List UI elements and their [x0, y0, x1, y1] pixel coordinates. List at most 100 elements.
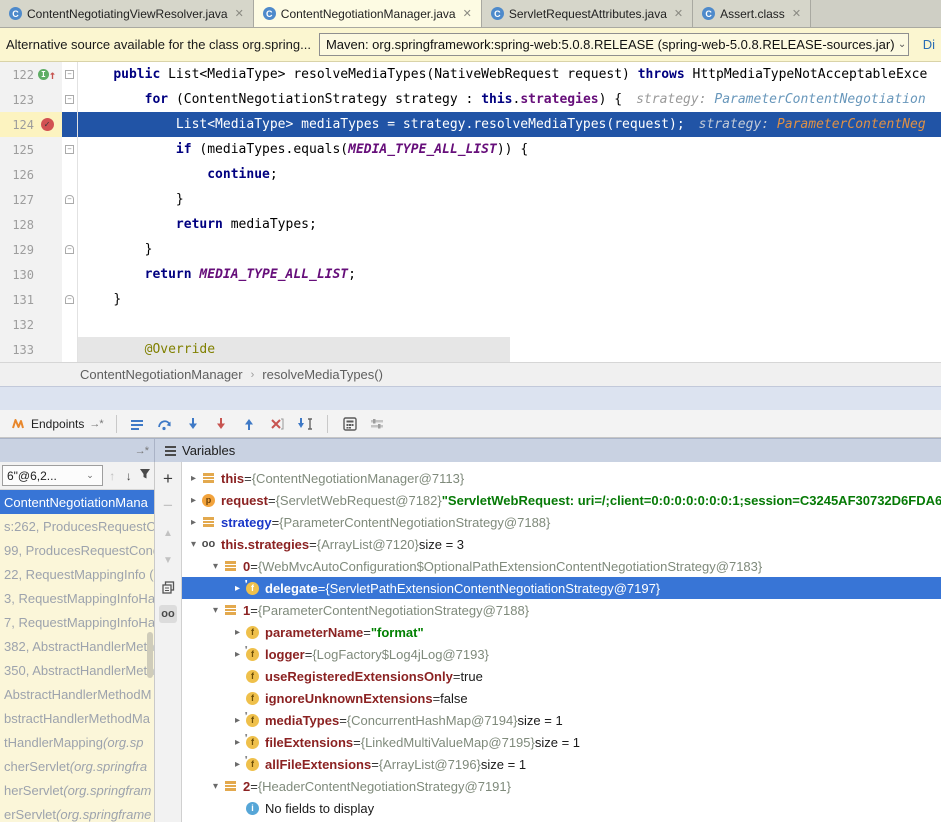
- code-text[interactable]: return MEDIA_TYPE_ALL_LIST;: [78, 262, 941, 287]
- frame-row[interactable]: 3, RequestMappingInfoHa: [0, 586, 154, 610]
- disable-link[interactable]: Di: [923, 37, 935, 52]
- editor-gutter[interactable]: 122I↑: [0, 62, 62, 87]
- code-line[interactable]: 132: [0, 312, 941, 337]
- editor-gutter[interactable]: 131: [0, 287, 62, 312]
- code-line[interactable]: 122I↑− public List<MediaType> resolveMed…: [0, 62, 941, 87]
- breadcrumb-method[interactable]: resolveMediaTypes(): [262, 367, 383, 382]
- code-line[interactable]: 127− }: [0, 187, 941, 212]
- show-watches-icon[interactable]: oo: [159, 605, 177, 623]
- frame-row[interactable]: bstractHandlerMethodMa: [0, 706, 154, 730]
- code-text[interactable]: @Override: [78, 337, 941, 362]
- editor-gutter[interactable]: 133: [0, 337, 62, 362]
- variable-row[interactable]: fignoreUnknownExtensions = false: [182, 687, 941, 709]
- code-editor[interactable]: 122I↑− public List<MediaType> resolveMed…: [0, 62, 941, 362]
- frame-row[interactable]: cherServlet (org.springfra: [0, 754, 154, 778]
- editor-gutter[interactable]: 125: [0, 137, 62, 162]
- step-into-icon[interactable]: [182, 413, 204, 435]
- frame-row[interactable]: ContentNegotiationMana: [0, 490, 154, 514]
- code-text[interactable]: return mediaTypes;: [78, 212, 941, 237]
- code-line[interactable]: 126 continue;: [0, 162, 941, 187]
- frame-row[interactable]: 382, AbstractHandlerMeth: [0, 634, 154, 658]
- fold-marker-icon[interactable]: −: [65, 245, 74, 254]
- code-text[interactable]: if (mediaTypes.equals(MEDIA_TYPE_ALL_LIS…: [78, 137, 941, 162]
- chevron-right-icon[interactable]: ▸: [230, 649, 245, 660]
- chevron-right-icon[interactable]: ▸: [230, 737, 245, 748]
- chevron-down-icon[interactable]: ▾: [186, 539, 201, 550]
- variable-row[interactable]: ▸this = {ContentNegotiationManager@7113}: [182, 467, 941, 489]
- variable-row[interactable]: ▾0 = {WebMvcAutoConfiguration$OptionalPa…: [182, 555, 941, 577]
- fold-marker-icon[interactable]: −: [65, 195, 74, 204]
- thread-dropdown[interactable]: 6"@6,2... ⌄: [2, 465, 103, 486]
- frame-row[interactable]: 350, AbstractHandlerMetho: [0, 658, 154, 682]
- frame-up-icon[interactable]: ↑: [106, 469, 119, 483]
- close-icon[interactable]: ✕: [463, 7, 472, 20]
- chevron-right-icon[interactable]: ▸: [230, 583, 245, 594]
- chevron-right-icon[interactable]: ▸: [230, 715, 245, 726]
- variable-row[interactable]: ▸fparameterName = "format": [182, 621, 941, 643]
- filter-icon[interactable]: [139, 468, 152, 483]
- code-text[interactable]: }: [78, 287, 941, 312]
- editor-gutter[interactable]: 129: [0, 237, 62, 262]
- variable-row[interactable]: ▸prequest = {ServletWebRequest@7182} "Se…: [182, 489, 941, 511]
- frame-row[interactable]: herServlet (org.springfram: [0, 778, 154, 802]
- evaluate-expression-icon[interactable]: [339, 413, 361, 435]
- editor-gutter[interactable]: 123: [0, 87, 62, 112]
- drop-frame-icon[interactable]: [266, 413, 288, 435]
- fold-marker-icon[interactable]: −: [65, 95, 74, 104]
- code-text[interactable]: List<MediaType> mediaTypes = strategy.re…: [78, 112, 941, 137]
- code-line[interactable]: 130 return MEDIA_TYPE_ALL_LIST;: [0, 262, 941, 287]
- variable-row[interactable]: ▾1 = {ParameterContentNegotiationStrateg…: [182, 599, 941, 621]
- code-line[interactable]: 125− if (mediaTypes.equals(MEDIA_TYPE_AL…: [0, 137, 941, 162]
- editor-tab[interactable]: CContentNegotiationManager.java✕: [254, 0, 482, 27]
- frame-row[interactable]: 22, RequestMappingInfo (: [0, 562, 154, 586]
- variable-row[interactable]: ▸f❜mediaTypes = {ConcurrentHashMap@7194}…: [182, 709, 941, 731]
- frame-row[interactable]: s:262, ProducesRequestCo: [0, 514, 154, 538]
- fold-marker-icon[interactable]: −: [65, 70, 74, 79]
- editor-gutter[interactable]: 124✓: [0, 112, 62, 137]
- chevron-right-icon[interactable]: ▸: [230, 627, 245, 638]
- frame-row[interactable]: tHandlerMapping (org.sp: [0, 730, 154, 754]
- editor-gutter[interactable]: 128: [0, 212, 62, 237]
- variable-row[interactable]: iNo fields to display: [182, 797, 941, 819]
- frames-scrollbar[interactable]: [147, 632, 153, 678]
- frame-row[interactable]: 99, ProducesRequestCond: [0, 538, 154, 562]
- close-icon[interactable]: ✕: [235, 7, 244, 20]
- chevron-right-icon[interactable]: ▸: [186, 517, 201, 528]
- breakpoint-icon[interactable]: ✓: [41, 118, 54, 131]
- variable-row[interactable]: ▸f❜fileExtensions = {LinkedMultiValueMap…: [182, 731, 941, 753]
- layout-settings-icon[interactable]: [367, 413, 389, 435]
- show-execution-point-icon[interactable]: [126, 413, 148, 435]
- frame-down-icon[interactable]: ↓: [122, 469, 135, 483]
- fold-marker-icon[interactable]: −: [65, 295, 74, 304]
- code-line[interactable]: 129− }: [0, 237, 941, 262]
- source-jar-dropdown[interactable]: Maven: org.springframework:spring-web:5.…: [319, 33, 909, 56]
- move-up-icon[interactable]: ▲: [159, 524, 177, 542]
- code-text[interactable]: [78, 312, 941, 337]
- variable-row[interactable]: ▸f❜delegate = {ServletPathExtensionConte…: [182, 577, 941, 599]
- step-over-icon[interactable]: [154, 413, 176, 435]
- editor-gutter[interactable]: 130: [0, 262, 62, 287]
- remove-watch-icon[interactable]: −: [159, 497, 177, 515]
- code-text[interactable]: }: [78, 237, 941, 262]
- editor-tab[interactable]: CAssert.class✕: [693, 0, 811, 27]
- breadcrumb-class[interactable]: ContentNegotiationManager: [80, 367, 243, 382]
- variable-row[interactable]: ▸f❜allFileExtensions = {ArrayList@7196} …: [182, 753, 941, 775]
- chevron-right-icon[interactable]: ▸: [186, 473, 201, 484]
- variable-row[interactable]: ▸strategy = {ParameterContentNegotiation…: [182, 511, 941, 533]
- variable-row[interactable]: ▾2 = {HeaderContentNegotiationStrategy@7…: [182, 775, 941, 797]
- frame-row[interactable]: 7, RequestMappingInfoHa: [0, 610, 154, 634]
- frame-row[interactable]: AbstractHandlerMethodM: [0, 682, 154, 706]
- code-line[interactable]: 123− for (ContentNegotiationStrategy str…: [0, 87, 941, 112]
- chevron-down-icon[interactable]: ▾: [208, 781, 223, 792]
- fold-marker-icon[interactable]: −: [65, 145, 74, 154]
- variable-row[interactable]: fuseRegisteredExtensionsOnly = true: [182, 665, 941, 687]
- chevron-right-icon[interactable]: ▸: [230, 759, 245, 770]
- close-icon[interactable]: ✕: [674, 7, 683, 20]
- editor-gutter[interactable]: 132: [0, 312, 62, 337]
- endpoints-tab[interactable]: Endpoints →*: [6, 413, 107, 435]
- code-text[interactable]: for (ContentNegotiationStrategy strategy…: [78, 87, 941, 112]
- code-text[interactable]: public List<MediaType> resolveMediaTypes…: [78, 62, 941, 87]
- chevron-down-icon[interactable]: ▾: [208, 561, 223, 572]
- editor-tab[interactable]: CContentNegotiatingViewResolver.java✕: [0, 0, 254, 27]
- chevron-right-icon[interactable]: ▸: [186, 495, 201, 506]
